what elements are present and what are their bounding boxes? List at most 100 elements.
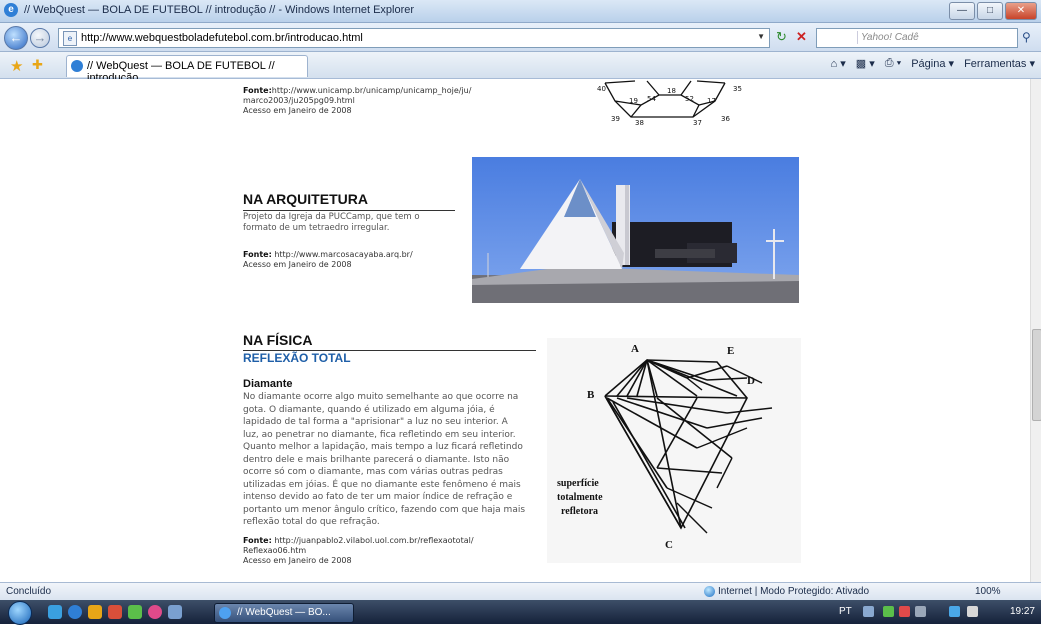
diamante-line: luz, ao penetrar no diamante, fica refle… (243, 429, 516, 440)
arquitetura-accessed: Acesso em Janeiro de 2008 (243, 260, 352, 269)
diamond-reflection-diagram: A B C D E superfície totalmente refletor… (547, 338, 801, 563)
maximize-button[interactable]: □ (977, 2, 1003, 20)
top-accessed: Acesso em Janeiro de 2008 (243, 106, 352, 115)
page-content: Fonte:http://www.unicamp.br/unicamp/unic… (0, 79, 1030, 582)
search-provider-icon[interactable] (819, 31, 858, 44)
volume-icon[interactable] (967, 606, 978, 617)
fisica-fonte-text: http://juanpablo2.vilabol.uol.com.br/ref… (274, 536, 474, 545)
taskbar-ie-window[interactable]: // WebQuest — BO... (214, 603, 354, 623)
page-icon: e (63, 31, 77, 46)
poly-label-19: 19 (629, 97, 638, 105)
tray-icon[interactable] (863, 606, 874, 617)
diamante-line: dentro dele e mais brilhante parecerá o … (243, 454, 510, 465)
top-fonte-line2: marco2003/ju205pg09.html (243, 96, 355, 105)
system-tray: PT 19:27 (839, 603, 1039, 621)
language-indicator[interactable]: PT (839, 606, 852, 617)
search-icon[interactable]: ⚲ (1022, 30, 1031, 44)
search-input[interactable]: Yahoo! Cadê (816, 28, 1018, 48)
quicklaunch-icon[interactable] (48, 605, 62, 619)
diamante-line: ocorre só com o diamante, mas com várias… (243, 467, 503, 477)
tray-icon[interactable] (915, 606, 926, 617)
diagram-label-b: B (587, 389, 595, 401)
tools-menu[interactable]: Ferramentas ▾ (964, 57, 1035, 70)
back-button[interactable]: ← (4, 26, 28, 50)
arquitetura-fonte-text: http://www.marcosacayaba.arq.br/ (274, 250, 413, 259)
forward-button[interactable]: → (30, 28, 50, 48)
quicklaunch-icon[interactable] (148, 605, 162, 619)
diamante-line: lapidado de tal forma a "aprisionar" a l… (243, 417, 508, 427)
diamante-title: Diamante (243, 378, 293, 390)
arquitetura-underline (243, 210, 455, 211)
diagram-caption-line1: superfície (557, 478, 599, 489)
vertical-scrollbar[interactable] (1030, 79, 1041, 582)
security-zone[interactable]: Internet | Modo Protegido: Ativado (718, 586, 869, 597)
fisica-fonte-line2: Reflexao06.htm (243, 546, 307, 555)
tab-bar: ★ ✚ // WebQuest — BOLA DE FUTEBOL // int… (0, 52, 1041, 84)
favorites-star-icon[interactable]: ★ (10, 57, 23, 75)
poly-label-37: 37 (693, 119, 702, 127)
top-fonte-text: http://www.unicamp.br/unicamp/unicamp_ho… (271, 86, 472, 95)
zoom-level[interactable]: 100% (975, 586, 1001, 597)
quicklaunch-icon[interactable] (88, 605, 102, 619)
diagram-label-c: C (665, 539, 673, 551)
stop-icon[interactable]: ✕ (796, 30, 810, 44)
arquitetura-heading: NA ARQUITETURA (243, 191, 368, 207)
page-menu[interactable]: Página ▾ (911, 57, 954, 70)
home-icon[interactable]: ⌂ ▾ (831, 57, 846, 70)
fisica-fonte-label: Fonte: (243, 536, 272, 545)
diagram-caption-line3: refletora (561, 506, 598, 517)
taskbar-window-label: // WebQuest — BO... (237, 607, 331, 618)
poly-label-35: 35 (733, 85, 742, 93)
close-button[interactable]: ✕ (1005, 2, 1037, 20)
internet-zone-icon (704, 586, 715, 597)
clock[interactable]: 19:27 (1010, 606, 1035, 617)
fisica-heading: NA FÍSICA (243, 332, 313, 348)
fisica-source: Fonte: http://juanpablo2.vilabol.uol.com… (243, 536, 474, 566)
print-icon[interactable]: ⎙ ▾ (885, 57, 901, 70)
poly-label-36: 36 (721, 115, 730, 123)
diagram-label-a: A (631, 343, 639, 355)
refresh-icon[interactable]: ↻ (776, 30, 790, 44)
diamante-line: reflexão total do que refração. (243, 517, 380, 527)
diamante-line: Quanto melhor a lapidação, mais tempo a … (243, 442, 523, 452)
poly-label-40: 40 (597, 85, 606, 93)
address-dropdown-icon[interactable]: ▼ (757, 32, 765, 41)
poly-label-38: 38 (635, 119, 644, 127)
diagram-label-d: D (747, 375, 755, 387)
scrollbar-thumb[interactable] (1032, 329, 1041, 421)
arquitetura-text-line2: formato de um tetraedro irregular. (243, 223, 390, 233)
top-fonte-label: Fonte: (243, 86, 272, 95)
arquitetura-text: Projeto da Igreja da PUCCamp, que tem o … (243, 212, 420, 234)
quicklaunch-icon[interactable] (128, 605, 142, 619)
poly-label-54: 54 (647, 95, 656, 103)
poly-label-39: 39 (611, 115, 620, 123)
minimize-button[interactable]: — (949, 2, 975, 20)
status-bar: Concluído Internet | Modo Protegido: Ati… (0, 582, 1041, 601)
diamante-line: No diamante ocorre algo muito semelhante… (243, 392, 519, 402)
arquitetura-text-line1: Projeto da Igreja da PUCCamp, que tem o (243, 212, 420, 222)
network-icon[interactable] (949, 606, 960, 617)
start-button[interactable] (8, 601, 32, 625)
address-field[interactable]: e http://www.webquestboladefutebol.com.b… (58, 28, 770, 48)
quicklaunch-icon[interactable] (168, 605, 182, 619)
tab-webquest[interactable]: // WebQuest — BOLA DE FUTEBOL // introdu… (66, 55, 308, 84)
quicklaunch-ie-icon[interactable] (68, 605, 82, 619)
search-placeholder: Yahoo! Cadê (861, 32, 919, 43)
top-source-block: Fonte:http://www.unicamp.br/unicamp/unic… (243, 86, 471, 116)
poly-label-18: 18 (667, 87, 676, 95)
quicklaunch-icon[interactable] (108, 605, 122, 619)
fisica-accessed: Acesso em Janeiro de 2008 (243, 556, 352, 565)
arquitetura-source: Fonte: http://www.marcosacayaba.arq.br/ … (243, 250, 413, 270)
window-title-bar: e // WebQuest — BOLA DE FUTEBOL // intro… (0, 0, 1041, 23)
tray-icon[interactable] (899, 606, 910, 617)
tray-icon[interactable] (883, 606, 894, 617)
diagram-caption-line2: totalmente (557, 492, 603, 503)
church-image (472, 157, 799, 303)
add-favorites-icon[interactable]: ✚ (32, 57, 43, 73)
window-title: // WebQuest — BOLA DE FUTEBOL // introdu… (24, 4, 415, 16)
poly-label-52: 52 (685, 95, 694, 103)
arquitetura-fonte-label: Fonte: (243, 250, 272, 259)
diamante-paragraph: No diamante ocorre algo muito semelhante… (243, 391, 543, 529)
feeds-icon[interactable]: ▩ ▾ (856, 57, 875, 70)
polyhedron-diagram: 40 19 54 18 52 17 35 39 38 37 36 (597, 80, 742, 127)
